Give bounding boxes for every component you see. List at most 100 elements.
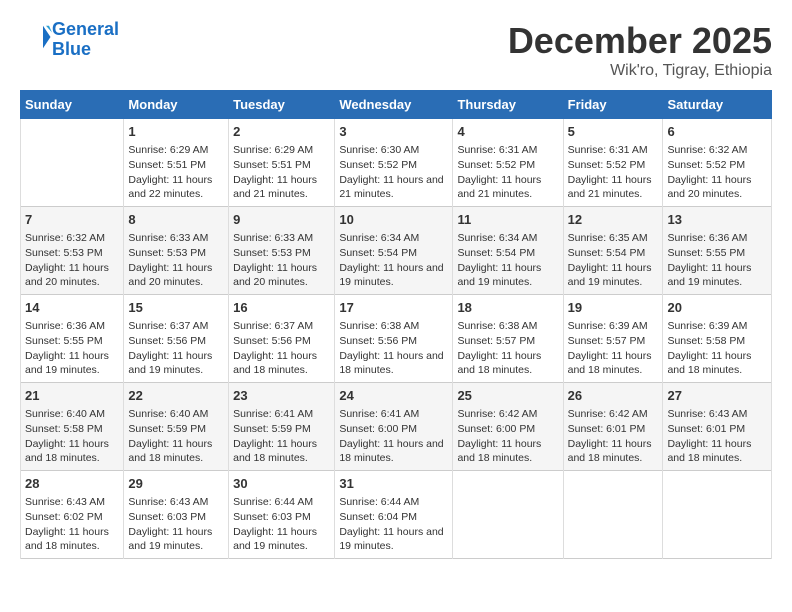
cell-content-line: Sunset: 6:04 PM bbox=[339, 511, 417, 523]
day-number: 2 bbox=[233, 123, 330, 141]
calendar-cell: 7Sunrise: 6:32 AMSunset: 5:53 PMDaylight… bbox=[21, 207, 124, 295]
cell-content: Sunrise: 6:29 AMSunset: 5:51 PMDaylight:… bbox=[233, 143, 330, 202]
header-day-monday: Monday bbox=[124, 91, 229, 119]
calendar-cell: 10Sunrise: 6:34 AMSunset: 5:54 PMDayligh… bbox=[335, 207, 453, 295]
calendar-cell: 4Sunrise: 6:31 AMSunset: 5:52 PMDaylight… bbox=[453, 119, 563, 207]
cell-content-line: Daylight: 11 hours and 18 minutes. bbox=[667, 350, 751, 377]
cell-content-line: Sunrise: 6:43 AM bbox=[128, 496, 208, 508]
cell-content-line: Daylight: 11 hours and 18 minutes. bbox=[568, 350, 652, 377]
calendar-cell: 2Sunrise: 6:29 AMSunset: 5:51 PMDaylight… bbox=[229, 119, 335, 207]
cell-content: Sunrise: 6:43 AMSunset: 6:02 PMDaylight:… bbox=[25, 495, 119, 554]
cell-content-line: Daylight: 11 hours and 21 minutes. bbox=[568, 174, 652, 201]
logo-line2: Blue bbox=[52, 39, 91, 59]
cell-content-line: Sunrise: 6:32 AM bbox=[25, 232, 105, 244]
day-number: 14 bbox=[25, 299, 119, 317]
day-number: 25 bbox=[457, 387, 558, 405]
header-day-tuesday: Tuesday bbox=[229, 91, 335, 119]
calendar-table: SundayMondayTuesdayWednesdayThursdayFrid… bbox=[20, 90, 772, 559]
day-number: 28 bbox=[25, 475, 119, 493]
cell-content-line: Sunrise: 6:40 AM bbox=[128, 408, 208, 420]
cell-content-line: Sunrise: 6:29 AM bbox=[233, 144, 313, 156]
cell-content-line: Sunrise: 6:39 AM bbox=[568, 320, 648, 332]
cell-content-line: Sunset: 5:52 PM bbox=[667, 159, 745, 171]
cell-content-line: Sunrise: 6:39 AM bbox=[667, 320, 747, 332]
cell-content-line: Daylight: 11 hours and 19 minutes. bbox=[568, 262, 652, 289]
header-day-friday: Friday bbox=[563, 91, 663, 119]
cell-content-line: Daylight: 11 hours and 18 minutes. bbox=[339, 438, 443, 465]
calendar-cell: 19Sunrise: 6:39 AMSunset: 5:57 PMDayligh… bbox=[563, 295, 663, 383]
cell-content-line: Sunset: 5:58 PM bbox=[25, 423, 103, 435]
cell-content-line: Sunrise: 6:31 AM bbox=[457, 144, 537, 156]
cell-content-line: Sunset: 5:53 PM bbox=[233, 247, 311, 259]
day-number: 11 bbox=[457, 211, 558, 229]
calendar-cell: 28 Sunrise: 6:43 AMSunset: 6:02 PMDayligh… bbox=[21, 471, 124, 559]
cell-content: Sunrise: 6:42 AMSunset: 6:01 PMDaylight:… bbox=[568, 407, 659, 466]
cell-content-line: Sunrise: 6:38 AM bbox=[457, 320, 537, 332]
calendar-header-row: SundayMondayTuesdayWednesdayThursdayFrid… bbox=[21, 91, 772, 119]
cell-content-line: Daylight: 11 hours and 19 minutes. bbox=[667, 262, 751, 289]
day-number: 27 bbox=[667, 387, 767, 405]
cell-content: Sunrise: 6:29 AMSunset: 5:51 PMDaylight:… bbox=[128, 143, 224, 202]
cell-content-line: Daylight: 11 hours and 18 minutes. bbox=[667, 438, 751, 465]
cell-content-line: Sunrise: 6:42 AM bbox=[457, 408, 537, 420]
cell-content: Sunrise: 6:39 AM Sunset: 5:58 PM Daylight:… bbox=[667, 319, 767, 378]
day-number: 20 bbox=[667, 299, 767, 317]
cell-content-line: Sunset: 6:03 PM bbox=[233, 511, 311, 523]
cell-content-line: Sunrise: 6:34 AM bbox=[457, 232, 537, 244]
cell-content-line: Sunset: 5:51 PM bbox=[233, 159, 311, 171]
day-number: 6 bbox=[667, 123, 767, 141]
cell-content: Sunrise: 6:36 AMSunset: 5:55 PMDaylight:… bbox=[25, 319, 119, 378]
cell-content-line: Sunset: 5:54 PM bbox=[457, 247, 535, 259]
cell-content-line: Sunrise: 6:44 AM bbox=[233, 496, 313, 508]
calendar-cell bbox=[21, 119, 124, 207]
cell-content: Sunrise: 6:32 AMSunset: 5:53 PMDaylight:… bbox=[25, 231, 119, 290]
calendar-cell: 27Sunrise: 6:43 AMSunset: 6:01 PMDayligh… bbox=[663, 383, 772, 471]
cell-content-line: Sunrise: 6:37 AM bbox=[233, 320, 313, 332]
calendar-cell: 11Sunrise: 6:34 AMSunset: 5:54 PMDayligh… bbox=[453, 207, 563, 295]
day-number: 30 bbox=[233, 475, 330, 493]
header-day-thursday: Thursday bbox=[453, 91, 563, 119]
calendar-week-row: 1Sunrise: 6:29 AMSunset: 5:51 PMDaylight… bbox=[21, 119, 772, 207]
cell-content-line: Daylight: 11 hours and 20 minutes. bbox=[25, 262, 109, 289]
day-number: 21 bbox=[25, 387, 119, 405]
cell-content-line: Daylight: 11 hours and 18 minutes. bbox=[233, 438, 317, 465]
day-number: 13 bbox=[667, 211, 767, 229]
location: Wik'ro, Tigray, Ethiopia bbox=[508, 62, 772, 80]
cell-content: Sunrise: 6:41 AMSunset: 6:00 PMDaylight:… bbox=[339, 407, 448, 466]
cell-content-line: Sunrise: 6:42 AM bbox=[568, 408, 648, 420]
calendar-cell bbox=[663, 471, 772, 559]
calendar-cell: 22Sunrise: 6:40 AMSunset: 5:59 PMDayligh… bbox=[124, 383, 229, 471]
cell-content-line: Sunset: 6:01 PM bbox=[667, 423, 745, 435]
cell-content: Sunrise: 6:35 AM Sunset: 5:54 PM Daylight:… bbox=[568, 231, 659, 290]
cell-content-line: Sunrise: 6:40 AM bbox=[25, 408, 105, 420]
day-number: 10 bbox=[339, 211, 448, 229]
header-day-saturday: Saturday bbox=[663, 91, 772, 119]
cell-content-line: Sunrise: 6:35 AM bbox=[568, 232, 648, 244]
calendar-cell: 23Sunrise: 6:41 AMSunset: 5:59 PMDayligh… bbox=[229, 383, 335, 471]
day-number: 26 bbox=[568, 387, 659, 405]
cell-content-line: Sunset: 6:03 PM bbox=[128, 511, 206, 523]
cell-content: Sunrise: 6:30 AMSunset: 5:52 PMDaylight:… bbox=[339, 143, 448, 202]
day-number: 24 bbox=[339, 387, 448, 405]
calendar-cell: 3Sunrise: 6:30 AMSunset: 5:52 PMDaylight… bbox=[335, 119, 453, 207]
cell-content-line: Sunset: 5:58 PM bbox=[667, 335, 745, 347]
cell-content-line: Sunset: 5:54 PM bbox=[568, 247, 646, 259]
calendar-cell: 17Sunrise: 6:38 AMSunset: 5:56 PMDayligh… bbox=[335, 295, 453, 383]
cell-content-line: Sunset: 5:56 PM bbox=[233, 335, 311, 347]
title-block: December 2025 Wik'ro, Tigray, Ethiopia bbox=[508, 20, 772, 80]
cell-content-line: Daylight: 11 hours and 18 minutes. bbox=[233, 350, 317, 377]
day-number: 16 bbox=[233, 299, 330, 317]
cell-content: Sunrise: 6:41 AMSunset: 5:59 PMDaylight:… bbox=[233, 407, 330, 466]
cell-content: Sunrise: 6:31 AMSunset: 5:52 PMDaylight:… bbox=[457, 143, 558, 202]
calendar-cell: 5Sunrise: 6:31 AMSunset: 5:52 PMDaylight… bbox=[563, 119, 663, 207]
cell-content-line: Sunset: 5:56 PM bbox=[128, 335, 206, 347]
cell-content-line: Sunset: 5:54 PM bbox=[339, 247, 417, 259]
cell-content-line: Daylight: 11 hours and 19 minutes. bbox=[128, 526, 212, 553]
cell-content: Sunrise: 6:31 AMSunset: 5:52 PMDaylight:… bbox=[568, 143, 659, 202]
cell-content-line: Daylight: 11 hours and 21 minutes. bbox=[457, 174, 541, 201]
cell-content: Sunrise: 6:32 AMSunset: 5:52 PMDaylight:… bbox=[667, 143, 767, 202]
cell-content-line: Sunset: 6:00 PM bbox=[339, 423, 417, 435]
calendar-cell: 15Sunrise: 6:37 AMSunset: 5:56 PMDayligh… bbox=[124, 295, 229, 383]
day-number: 29 bbox=[128, 475, 224, 493]
month-title: December 2025 bbox=[508, 20, 772, 62]
